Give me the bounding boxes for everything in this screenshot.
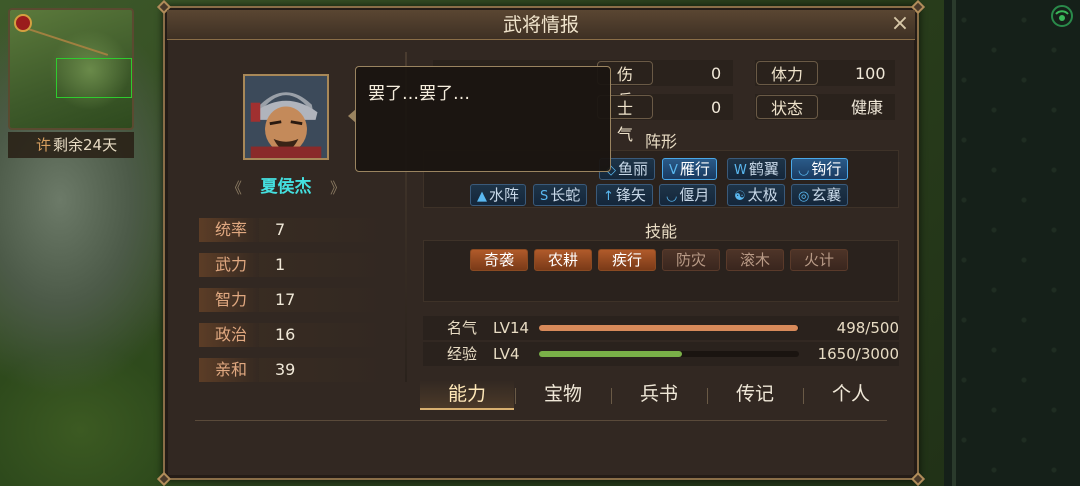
- next-general-icon[interactable]: 》: [330, 177, 345, 198]
- stat-value: 17: [275, 290, 296, 309]
- xuanxiang-formation-icon: ◎: [798, 189, 810, 204]
- general-name-row: 《 夏侯杰 》: [225, 175, 347, 199]
- dialogue-bubble: 罢了…罢了…: [348, 66, 611, 172]
- skill-button[interactable]: 农耕: [534, 249, 592, 271]
- skills-title: 技能: [645, 222, 678, 241]
- stat-row: 统率 7: [199, 218, 389, 242]
- wing-formation-icon: W: [734, 163, 747, 178]
- formation-button[interactable]: ◡ 偃月: [659, 184, 717, 206]
- days-remaining-text: 剩余24天: [53, 136, 118, 154]
- tab-separator: [611, 388, 612, 404]
- hook-formation-icon: ◡: [798, 163, 810, 178]
- stamina-label: 体力: [756, 61, 818, 85]
- tab-1[interactable]: 宝物: [516, 380, 610, 410]
- tab-separator: [803, 388, 804, 404]
- minimap-viewport[interactable]: [56, 58, 132, 98]
- formation-label: 偃月: [679, 186, 710, 204]
- exp-fill: [539, 351, 682, 357]
- stat-label: 武力: [199, 253, 259, 277]
- portrait-image: [245, 76, 327, 158]
- skill-button[interactable]: 疾行: [598, 249, 656, 271]
- tab-0[interactable]: 能力: [420, 380, 514, 410]
- formation-button[interactable]: ◎ 玄襄: [791, 184, 849, 206]
- crescent-formation-icon: ◡: [666, 189, 678, 204]
- formation-label: 水阵: [489, 186, 520, 204]
- exp-level: LV4: [493, 345, 520, 363]
- status-label: 状态: [756, 95, 818, 119]
- formation-label: 锋矢: [615, 186, 646, 204]
- arrow-formation-icon: ↑: [603, 189, 614, 204]
- stat-value: 7: [275, 220, 286, 239]
- fame-label: 名气: [447, 319, 478, 337]
- skill-button[interactable]: 火计: [790, 249, 848, 271]
- formations-title: 阵形: [645, 132, 678, 151]
- stat-row: 政治 16: [199, 323, 389, 347]
- formation-label: 鹤翼: [748, 160, 779, 178]
- stat-value: 16: [275, 325, 296, 344]
- skill-button[interactable]: 奇袭: [470, 249, 528, 271]
- tabs-divider: [195, 420, 887, 421]
- general-name: 夏侯杰: [260, 177, 312, 197]
- close-button[interactable]: ×: [885, 10, 915, 38]
- city-name: 许: [36, 136, 52, 154]
- stat-row: 智力 17: [199, 288, 389, 312]
- tab-2[interactable]: 兵书: [612, 380, 706, 410]
- stat-value: 1: [275, 255, 286, 274]
- formation-button[interactable]: W 鹤翼: [727, 158, 786, 180]
- exp-label: 经验: [447, 345, 478, 363]
- stat-label: 智力: [199, 288, 259, 312]
- formation-button[interactable]: ◡ 钩行: [791, 158, 849, 180]
- stamina-value: 100: [855, 64, 886, 83]
- dialogue-text: 罢了…罢了…: [368, 84, 470, 104]
- days-remaining: 许剩余24天: [8, 132, 134, 158]
- status-value: 健康: [851, 98, 884, 117]
- stat-label: 亲和: [199, 358, 259, 382]
- morale-value: 0: [711, 98, 722, 117]
- v-formation-icon: V: [669, 163, 678, 178]
- wounded-value: 0: [711, 64, 722, 83]
- formation-button[interactable]: S 长蛇: [533, 184, 588, 206]
- fame-value: 498/500: [836, 319, 899, 337]
- minimap[interactable]: [8, 8, 134, 130]
- water-formation-icon: ▲: [477, 189, 487, 204]
- signal-icon[interactable]: [1050, 4, 1074, 28]
- faction-emblem-icon[interactable]: [14, 14, 32, 32]
- exp-bar: 经验 LV4 1650/3000: [425, 343, 899, 365]
- taiji-formation-icon: ☯: [734, 189, 746, 204]
- side-panel-decoration: [944, 0, 1080, 486]
- formation-button[interactable]: V 雁行: [662, 158, 717, 180]
- formation-label: 鱼丽: [618, 160, 649, 178]
- fame-fill: [539, 325, 798, 331]
- fame-level: LV14: [493, 319, 530, 337]
- tab-3[interactable]: 传记: [708, 380, 802, 410]
- stat-value: 39: [275, 360, 296, 379]
- tab-4[interactable]: 个人: [804, 380, 898, 410]
- formation-button[interactable]: ▲ 水阵: [470, 184, 527, 206]
- formation-label: 长蛇: [550, 186, 581, 204]
- formation-label: 玄襄: [811, 186, 842, 204]
- prev-general-icon[interactable]: 《: [227, 177, 242, 198]
- skill-button[interactable]: 滚木: [726, 249, 784, 271]
- formation-label: 钩行: [811, 160, 842, 178]
- dialog-title: 武将情报: [167, 10, 915, 40]
- snake-formation-icon: S: [540, 189, 549, 204]
- general-portrait[interactable]: [243, 74, 329, 160]
- stat-label: 统率: [199, 218, 259, 242]
- exp-value: 1650/3000: [817, 345, 899, 363]
- formation-label: 雁行: [679, 160, 710, 178]
- formation-button[interactable]: ☯ 太极: [727, 184, 785, 206]
- skill-button[interactable]: 防灾: [662, 249, 720, 271]
- tab-separator: [707, 388, 708, 404]
- fame-bar: 名气 LV14 498/500: [425, 317, 899, 339]
- tab-separator: [515, 388, 516, 404]
- formation-label: 太极: [747, 186, 778, 204]
- formation-button[interactable]: ↑ 锋矢: [596, 184, 653, 206]
- stat-row: 亲和 39: [199, 358, 389, 382]
- stat-label: 政治: [199, 323, 259, 347]
- general-info-dialog: 武将情报 × 《 夏侯杰 》 统率7武力1智力17政治16亲和39 伤兵 0 士…: [156, 0, 926, 486]
- stat-row: 武力 1: [199, 253, 389, 277]
